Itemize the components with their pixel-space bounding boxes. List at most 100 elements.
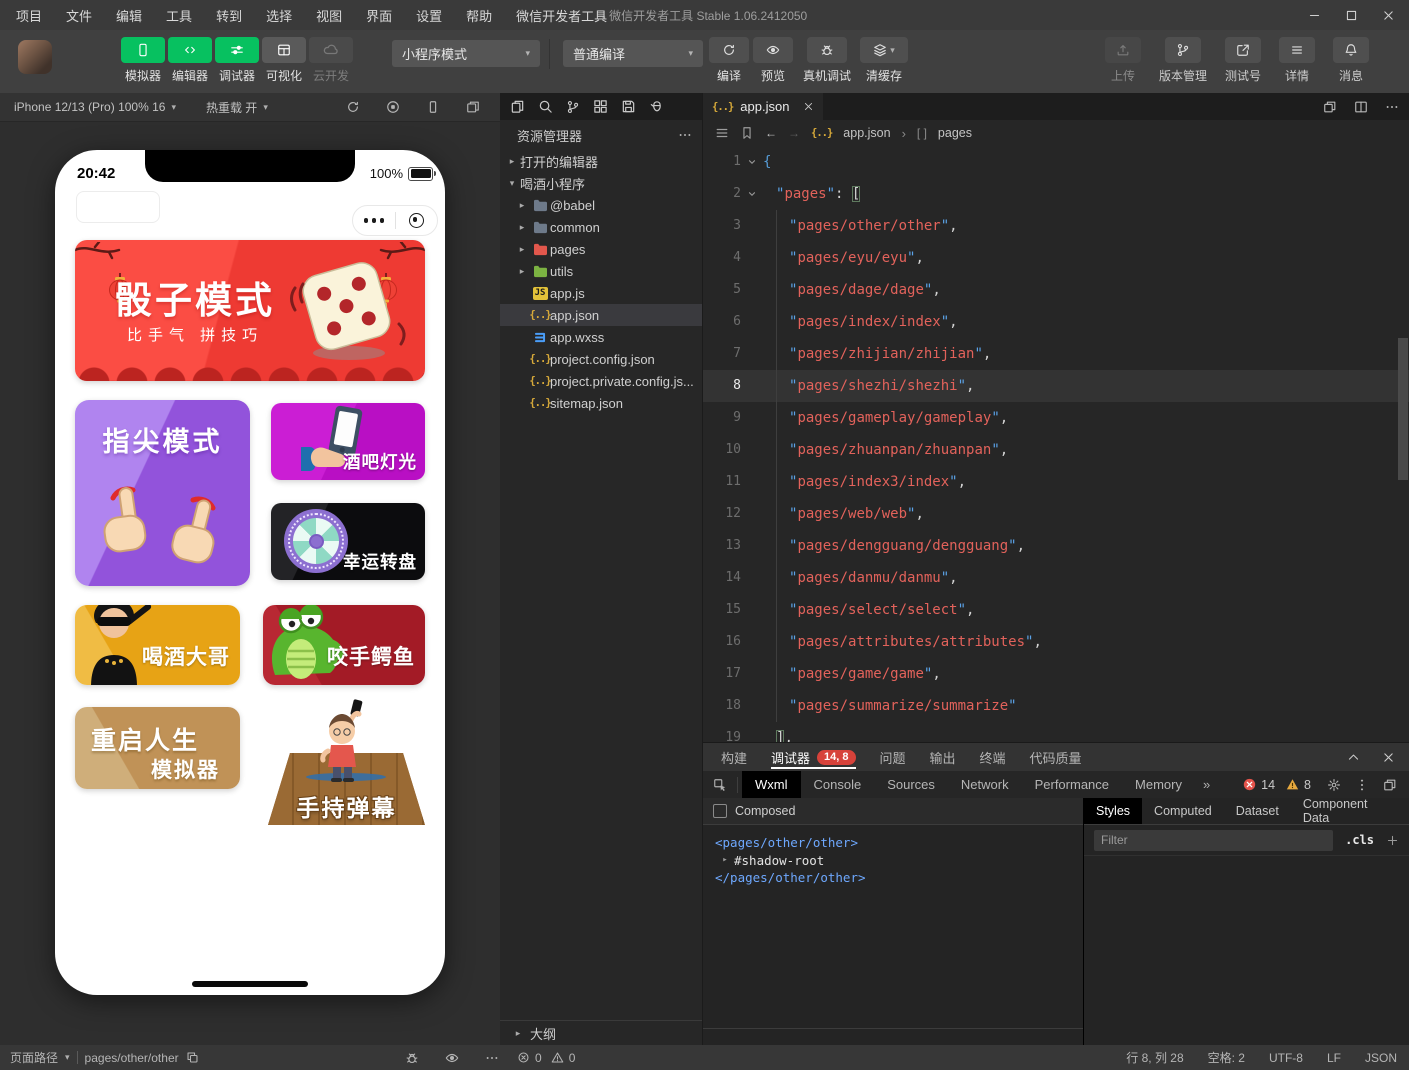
fold-icon[interactable] — [741, 306, 763, 338]
page-path-label[interactable]: 页面路径 — [10, 1049, 58, 1066]
cursor-position[interactable]: 行 8, 列 28 — [1126, 1049, 1183, 1066]
fold-icon[interactable] — [741, 498, 763, 530]
fold-icon[interactable] — [741, 402, 763, 434]
files-icon[interactable] — [510, 99, 525, 114]
code-line-6[interactable]: 6"pages/index/index", — [703, 306, 1409, 338]
fold-icon[interactable] — [741, 690, 763, 722]
tile-drink-bro[interactable]: 喝酒大哥 — [75, 605, 240, 685]
menu-item[interactable]: 设置 — [416, 6, 442, 25]
panel-tab-构建[interactable]: 构建 — [721, 743, 747, 771]
maximize-icon[interactable] — [1345, 9, 1358, 22]
tile-dice-mode[interactable]: 骰子模式 比手气 拼技巧 — [75, 240, 425, 381]
tab-app-json[interactable]: {..} app.json — [703, 93, 823, 120]
code-line-3[interactable]: 3"pages/other/other", — [703, 210, 1409, 242]
fold-icon[interactable] — [741, 178, 763, 210]
debug-bug-icon[interactable] — [405, 1051, 419, 1065]
outline-list-icon[interactable] — [715, 126, 729, 140]
line-number[interactable]: 1 — [703, 146, 741, 178]
fold-icon[interactable] — [741, 722, 763, 742]
editor-scrollbar[interactable] — [1398, 338, 1408, 480]
menu-item[interactable]: 文件 — [66, 6, 92, 25]
fold-icon[interactable] — [741, 370, 763, 402]
mode-select[interactable]: 小程序模式 ▾ — [392, 40, 540, 67]
tree-section-project[interactable]: ▾喝酒小程序 — [500, 172, 702, 194]
tile-restart-life[interactable]: 重启人生 模拟器 — [75, 707, 240, 789]
bookmark-icon[interactable] — [740, 126, 754, 140]
menu-item[interactable]: 视图 — [316, 6, 342, 25]
line-number[interactable]: 14 — [703, 562, 741, 594]
fold-icon[interactable] — [741, 146, 763, 178]
code-line-8[interactable]: 8"pages/shezhi/shezhi", — [703, 370, 1409, 402]
devtools-tab-memory[interactable]: Memory — [1122, 771, 1195, 798]
problems-indicator[interactable]: 0 0 — [517, 1045, 575, 1070]
panel-tab-调试器[interactable]: 调试器14, 8 — [771, 743, 855, 771]
kebab-menu-icon[interactable] — [1355, 778, 1369, 792]
fold-icon[interactable] — [741, 338, 763, 370]
avatar[interactable] — [18, 40, 52, 74]
code-line-15[interactable]: 15"pages/select/select", — [703, 594, 1409, 626]
clear-cache-button[interactable]: ▾清缓存 — [856, 37, 912, 84]
devtools-tab-wxml[interactable]: Wxml — [742, 771, 801, 798]
menu-item[interactable]: 微信开发者工具 — [516, 6, 607, 25]
hot-reload-toggle[interactable]: 热重载 开 — [206, 99, 257, 116]
breadcrumb-node[interactable]: pages — [938, 126, 972, 140]
editor-button[interactable]: 编辑器 — [167, 37, 213, 84]
tree-item-pages[interactable]: ▸pages — [500, 238, 702, 260]
upload-button[interactable]: 上传 — [1105, 37, 1141, 84]
minimize-icon[interactable] — [1308, 9, 1321, 22]
line-number[interactable]: 11 — [703, 466, 741, 498]
line-number[interactable]: 7 — [703, 338, 741, 370]
cls-button[interactable]: .cls — [1345, 833, 1374, 847]
stop-icon[interactable] — [386, 100, 400, 114]
search-icon[interactable] — [538, 99, 553, 114]
line-number[interactable]: 6 — [703, 306, 741, 338]
dom-shadow-root[interactable]: ▸ #shadow-root — [715, 852, 1083, 870]
devtools-tab-network[interactable]: Network — [948, 771, 1022, 798]
close-panel-icon[interactable] — [1382, 751, 1395, 764]
nav-forward-icon[interactable]: → — [788, 126, 800, 140]
tree-item-app-js[interactable]: JSapp.js — [500, 282, 702, 304]
copy-path-icon[interactable] — [186, 1051, 199, 1064]
windows-icon[interactable] — [466, 100, 480, 114]
code-line-1[interactable]: 1{ — [703, 146, 1409, 178]
fold-icon[interactable] — [741, 594, 763, 626]
fold-icon[interactable] — [741, 562, 763, 594]
code-line-19[interactable]: 19], — [703, 722, 1409, 742]
code-line-11[interactable]: 11"pages/index3/index", — [703, 466, 1409, 498]
test-account-button[interactable]: 测试号 — [1225, 37, 1261, 84]
tree-item-utils[interactable]: ▸utils — [500, 260, 702, 282]
styles-tab-computed[interactable]: Computed — [1142, 798, 1224, 824]
devtools-tab-console[interactable]: Console — [801, 771, 875, 798]
fold-icon[interactable] — [741, 658, 763, 690]
simulator-button[interactable]: 模拟器 — [120, 37, 166, 84]
fold-icon[interactable] — [741, 210, 763, 242]
version-manage-button[interactable]: 版本管理 — [1159, 37, 1207, 84]
fold-icon[interactable] — [741, 466, 763, 498]
save-icon[interactable] — [621, 99, 636, 114]
tile-bar-light[interactable]: 酒吧灯光 — [271, 403, 425, 480]
restart-icon[interactable] — [346, 100, 360, 114]
code-editor[interactable]: 1{2"pages": [3"pages/other/other",4"page… — [703, 146, 1409, 742]
teapot-icon[interactable] — [649, 99, 664, 114]
tree-item--babel[interactable]: ▸@babel — [500, 194, 702, 216]
menu-item[interactable]: 工具 — [166, 6, 192, 25]
line-number[interactable]: 2 — [703, 178, 741, 210]
fold-icon[interactable] — [741, 274, 763, 306]
line-number[interactable]: 9 — [703, 402, 741, 434]
code-line-5[interactable]: 5"pages/dage/dage", — [703, 274, 1409, 306]
preview-eye-icon[interactable] — [445, 1051, 459, 1065]
panel-tab-代码质量[interactable]: 代码质量 — [1030, 743, 1082, 771]
line-number[interactable]: 8 — [703, 370, 741, 402]
encoding[interactable]: UTF-8 — [1269, 1051, 1303, 1065]
tree-item-app-json[interactable]: {..}app.json — [500, 304, 702, 326]
nav-back-icon[interactable]: ← — [765, 126, 777, 140]
line-number[interactable]: 5 — [703, 274, 741, 306]
compile-button[interactable]: 编译 — [707, 37, 751, 84]
split-editor-icon[interactable] — [1354, 100, 1368, 114]
tree-item-sitemap-json[interactable]: {..}sitemap.json — [500, 392, 702, 414]
preview-button[interactable]: 预览 — [751, 37, 795, 84]
visualize-button[interactable]: 可视化 — [261, 37, 307, 84]
fold-icon[interactable] — [741, 434, 763, 466]
close-tab-icon[interactable] — [803, 101, 814, 112]
line-number[interactable]: 16 — [703, 626, 741, 658]
